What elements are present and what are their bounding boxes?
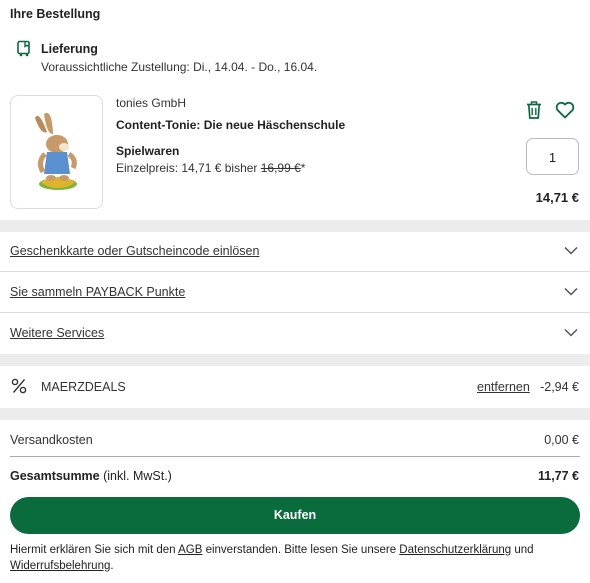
accordion-gift-card[interactable]: Geschenkkarte oder Gutscheincode einlöse… — [0, 232, 590, 272]
product-category: Spielwaren — [116, 144, 180, 158]
coupon-remove-link[interactable]: entfernen — [477, 380, 530, 394]
legal-text-2: einverstanden. Bitte lesen Sie unsere — [202, 544, 400, 556]
old-price: 16,99 € — [260, 161, 301, 175]
withdrawal-link[interactable]: Widerrufsbelehrung — [10, 560, 110, 572]
legal-text-4: . — [110, 560, 114, 572]
accordion-gift-card-label[interactable]: Geschenkkarte oder Gutscheincode einlöse… — [10, 244, 259, 258]
total-label: Gesamtsumme (inkl. MwSt.) — [10, 469, 172, 483]
percent-icon — [11, 378, 27, 394]
product-total-price: 14,71 € — [535, 190, 579, 205]
chevron-down-icon[interactable] — [564, 328, 578, 337]
bunny-figure-image — [35, 112, 77, 190]
section-separator — [0, 220, 590, 232]
accordion-payback-label[interactable]: Sie sammeln PAYBACK Punkte — [10, 285, 185, 299]
heart-icon[interactable] — [555, 101, 575, 119]
trash-icon[interactable] — [525, 100, 543, 120]
product-name[interactable]: Content-Tonie: Die neue Häschenschule — [116, 118, 345, 132]
product-image[interactable] — [10, 95, 103, 209]
total-tax-note: (inkl. MwSt.) — [99, 469, 172, 483]
section-separator — [0, 408, 590, 420]
accordion-services[interactable]: Weitere Services — [0, 314, 590, 354]
chevron-down-icon[interactable] — [564, 246, 578, 255]
legal-text-3: und — [511, 544, 534, 556]
shipping-cost-label: Versandkosten — [10, 433, 93, 447]
accordion-services-label[interactable]: Weitere Services — [10, 326, 104, 340]
delivery-estimate: Voraussichtliche Zustellung: Di., 14.04.… — [41, 60, 318, 74]
order-title: Ihre Bestellung — [10, 7, 101, 21]
delivery-title: Lieferung — [41, 42, 98, 56]
chevron-down-icon[interactable] — [564, 287, 578, 296]
agb-link[interactable]: AGB — [178, 544, 202, 556]
delivery-icon — [17, 40, 30, 57]
privacy-link[interactable]: Datenschutzerklärung — [399, 544, 511, 556]
legal-text-1: Hiermit erklären Sie sich mit den — [10, 544, 179, 556]
summary-divider — [10, 456, 580, 457]
shipping-cost-value: 0,00 € — [544, 433, 579, 447]
total-value: 11,77 € — [537, 469, 579, 483]
legal-notice: Hiermit erklären Sie sich mit den AGB ei… — [10, 542, 580, 574]
section-separator — [0, 354, 590, 366]
product-unit-price: Einzelpreis: 14,71 € bisher 16,99 €* — [116, 161, 305, 175]
accordion-payback[interactable]: Sie sammeln PAYBACK Punkte — [0, 273, 590, 313]
unit-price-text: Einzelpreis: 14,71 € bisher — [116, 161, 261, 175]
total-label-text: Gesamtsumme — [10, 469, 100, 483]
buy-button[interactable]: Kaufen — [10, 497, 580, 534]
old-price-asterisk: * — [300, 161, 306, 175]
coupon-value: -2,94 € — [540, 380, 579, 394]
coupon-code: MAERZDEALS — [41, 380, 126, 394]
quantity-input[interactable]: 1 — [526, 138, 579, 175]
product-vendor: tonies GmbH — [116, 96, 187, 110]
